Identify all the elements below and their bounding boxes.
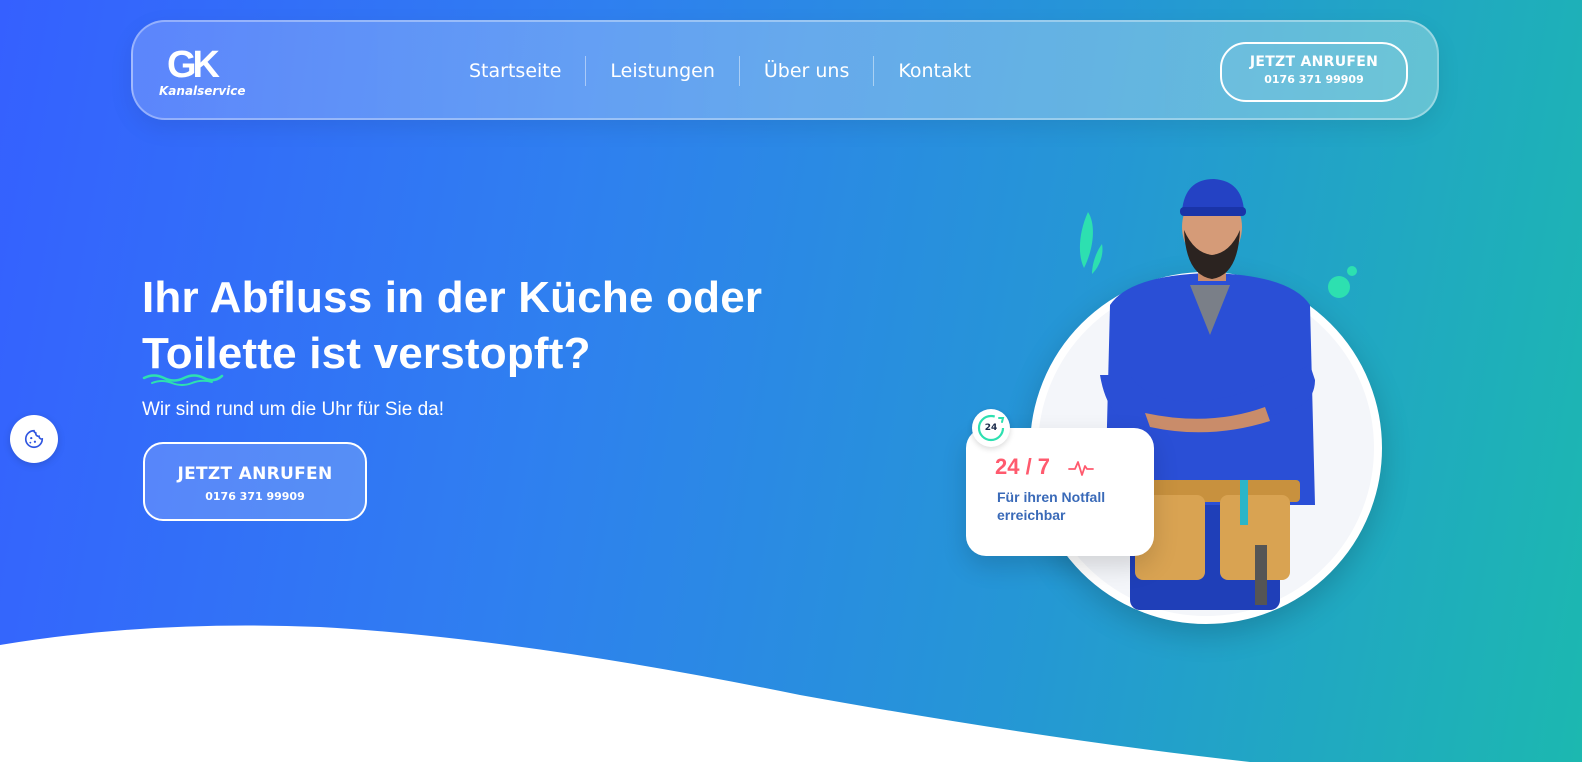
hero-subtitle: Wir sind rund um die Uhr für Sie da! bbox=[142, 399, 445, 420]
nav-call-button[interactable]: JETZT ANRUFEN 0176 371 99909 bbox=[1220, 42, 1408, 102]
nav-call-phone: 0176 371 99909 bbox=[1264, 73, 1364, 86]
hero-call-phone: 0176 371 99909 bbox=[205, 490, 305, 503]
cookie-icon bbox=[24, 429, 44, 449]
wave-underline-decoration bbox=[142, 374, 224, 386]
main-nav: Startseite Leistungen Über uns Kontakt bbox=[445, 56, 995, 86]
hero-call-button[interactable]: JETZT ANRUFEN 0176 371 99909 bbox=[143, 442, 367, 521]
nav-link-kontakt[interactable]: Kontakt bbox=[874, 56, 995, 86]
accent-dot-small bbox=[1347, 266, 1357, 276]
logo[interactable]: GK Kanalservice bbox=[159, 44, 246, 100]
availability-text: Für ihren Notfall erreichbar bbox=[997, 489, 1106, 523]
hero-title: Ihr Abfluss in der Küche oder Toilette i… bbox=[142, 273, 763, 378]
nav-link-ueber-uns[interactable]: Über uns bbox=[740, 56, 874, 86]
clock-24-icon: 24 bbox=[972, 409, 1010, 447]
availability-title: 24 / 7 bbox=[995, 454, 1051, 479]
heartbeat-icon bbox=[1068, 461, 1094, 476]
nav-link-startseite[interactable]: Startseite bbox=[445, 56, 585, 86]
hero-call-label: JETZT ANRUFEN bbox=[177, 464, 333, 484]
nav-link-leistungen[interactable]: Leistungen bbox=[586, 56, 738, 86]
nav-call-label: JETZT ANRUFEN bbox=[1249, 54, 1379, 70]
availability-card: 24 / 7 Für ihren Notfall erreichbar bbox=[966, 428, 1154, 556]
logo-subtitle: Kanalservice bbox=[159, 84, 246, 98]
bottom-wave-divider bbox=[0, 625, 1250, 762]
logo-mark: GK bbox=[167, 44, 220, 86]
navbar: GK Kanalservice Startseite Leistungen Üb… bbox=[131, 20, 1439, 120]
cookie-settings-button[interactable] bbox=[10, 415, 58, 463]
accent-dot bbox=[1328, 276, 1350, 298]
clock-24-label: 24 bbox=[984, 423, 998, 433]
